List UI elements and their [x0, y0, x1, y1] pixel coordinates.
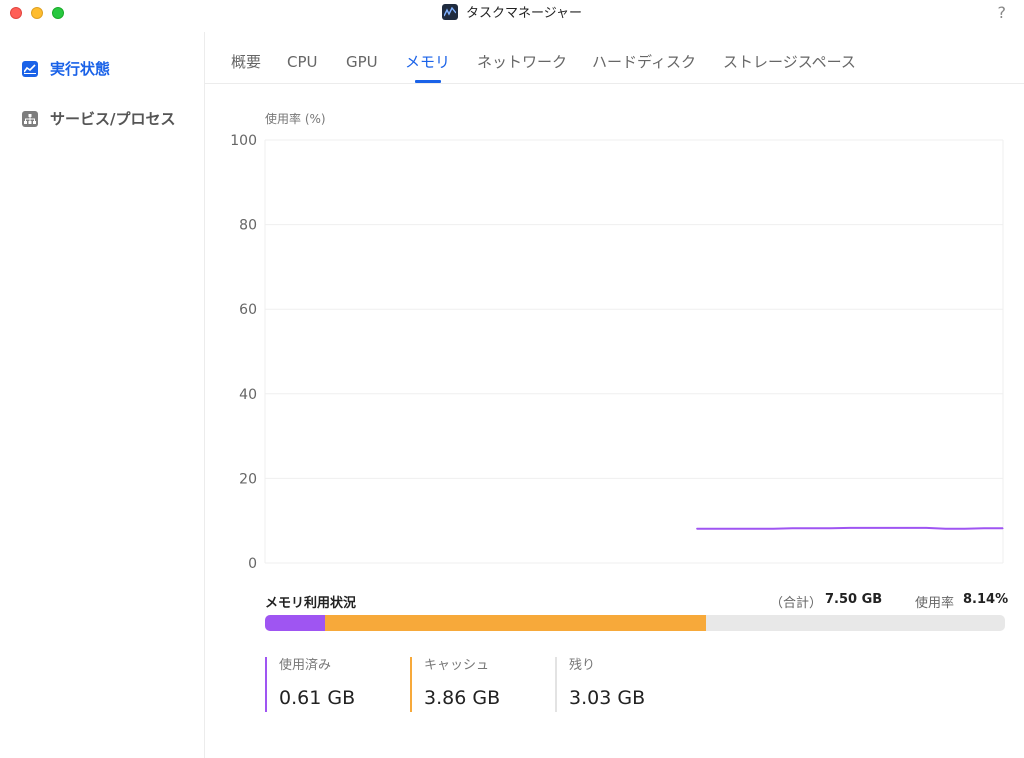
cached-memory-segment [325, 615, 707, 631]
memory-usage-chart: 100 80 60 40 20 0 [230, 133, 1004, 572]
usage-rate-label: 使用率 [915, 596, 955, 611]
memory-usage-point [830, 527, 832, 529]
memory-usage-point [772, 528, 774, 530]
memory-usage-title: メモリ利用状況 [265, 596, 357, 611]
memory-usage-point [791, 527, 794, 529]
y-tick-label: 40 [239, 387, 257, 403]
help-button[interactable]: ? [998, 3, 1007, 22]
hierarchy-icon [22, 111, 38, 127]
cache-memory-stat: キャッシュ 3.86 GB [410, 657, 500, 712]
tab-gpu[interactable]: GPU [346, 52, 378, 72]
sidebar-item-performance[interactable]: 実行状態 [22, 57, 110, 81]
tab-network[interactable]: ネットワーク [477, 52, 567, 72]
tab-memory[interactable]: メモリ [405, 52, 450, 72]
memory-usage-point [983, 527, 985, 529]
usage-rate-value: 8.14% [963, 592, 1009, 607]
active-tab-indicator [415, 80, 441, 83]
memory-usage-point [849, 527, 851, 529]
tab-overview[interactable]: 概要 [231, 52, 261, 72]
memory-usage-point [1002, 527, 1004, 529]
free-memory-label: 残り [569, 658, 596, 673]
chart-trend-icon [22, 61, 38, 77]
memory-usage-point [945, 528, 947, 530]
used-memory-segment [265, 615, 326, 631]
y-tick-label: 0 [248, 556, 257, 572]
memory-usage-point [811, 527, 813, 529]
memory-usage-point [696, 528, 698, 530]
used-memory-stat: 使用済み 0.61 GB [265, 657, 355, 712]
y-tick-label: 20 [239, 471, 257, 487]
sidebar: 実行状態 サービス/プロセス [0, 32, 205, 758]
memory-usage-point [887, 527, 889, 529]
used-memory-label: 使用済み [279, 658, 332, 673]
memory-usage-point [964, 528, 966, 530]
tab-cpu[interactable]: CPU [287, 52, 318, 72]
window-title-container: タスクマネージャー [0, 4, 1024, 23]
tab-storage-space[interactable]: ストレージスペース [723, 52, 856, 72]
tab-hard-disk[interactable]: ハードディスク [592, 52, 696, 72]
memory-usage-point [734, 528, 736, 530]
total-label: （合計） [770, 596, 823, 611]
y-tick-label: 100 [230, 133, 257, 149]
title-bar: タスクマネージャー ? [0, 0, 1024, 32]
free-memory-stat: 残り 3.03 GB [555, 657, 645, 712]
y-tick-label: 80 [239, 218, 257, 234]
task-manager-app-icon [441, 4, 458, 20]
total-value: 7.50 GB [825, 592, 883, 607]
used-memory-value: 0.61 GB [279, 687, 356, 709]
cache-memory-label: キャッシュ [424, 658, 490, 673]
sidebar-item-services-processes[interactable]: サービス/プロセス [22, 107, 175, 131]
memory-usage-point [715, 528, 717, 530]
memory-usage-point [868, 527, 870, 529]
free-memory-value: 3.03 GB [569, 687, 646, 709]
memory-usage-point [753, 528, 755, 530]
cache-memory-value: 3.86 GB [424, 687, 501, 709]
memory-usage-point [906, 527, 908, 529]
chart-y-axis-title: 使用率 (%) [265, 112, 326, 126]
y-tick-label: 60 [239, 302, 257, 318]
memory-usage-point [925, 527, 928, 529]
tab-bar: 概要 CPU GPU メモリ ネットワーク ハードディスク ストレージスペース [205, 32, 1024, 84]
sidebar-item-label: 実行状態 [50, 60, 111, 78]
sidebar-item-label: サービス/プロセス [50, 110, 176, 128]
window-title: タスクマネージャー [465, 6, 583, 21]
memory-usage-bar [265, 615, 1005, 631]
